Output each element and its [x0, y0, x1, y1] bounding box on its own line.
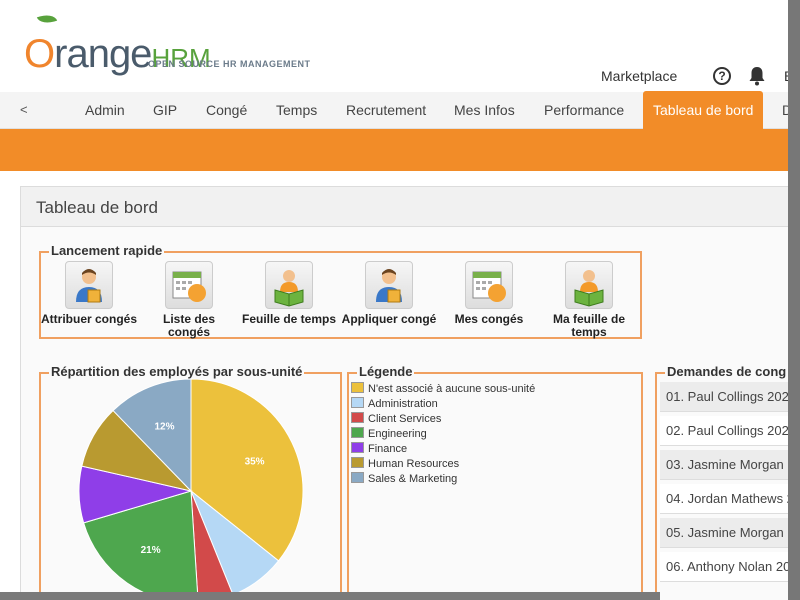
quick-launch-timesheets[interactable]: Feuille de temps	[241, 261, 337, 326]
logo-range: range	[54, 32, 152, 76]
legend-item: Finance	[351, 442, 407, 456]
leave-request-item[interactable]: 04. Jordan Mathews 2	[660, 484, 800, 514]
quick-launch-my-timesheet[interactable]: Ma feuille de temps	[541, 261, 637, 339]
horizontal-scrollbar[interactable]	[0, 592, 660, 600]
legend-swatch	[351, 442, 364, 453]
menu-item-admin[interactable]: Admin	[75, 92, 135, 129]
quick-launch-label: Appliquer congé	[341, 312, 437, 326]
quick-launch-leave-list[interactable]: Liste des congés	[141, 261, 237, 339]
menu-item-performance[interactable]: Performance	[534, 92, 634, 129]
legend-item: Sales & Marketing	[351, 472, 457, 486]
menu-scroll-left-button[interactable]: <	[20, 102, 28, 117]
pie-data-label: 21%	[141, 545, 161, 556]
quick-launch-apply-leave[interactable]: Appliquer congé	[341, 261, 437, 326]
leave-requests-title: Demandes de cong	[665, 364, 789, 379]
legend-section: Légende N'est associé à aucune sous-unit…	[347, 364, 643, 600]
menu-item-leave[interactable]: Congé	[196, 92, 257, 129]
legend-item: N'est associé à aucune sous-unité	[351, 382, 535, 396]
legend-item-label: N'est associé à aucune sous-unité	[368, 383, 536, 395]
legend-swatch	[351, 412, 364, 423]
logo-leaf-icon	[36, 11, 58, 27]
legend-swatch	[351, 382, 364, 393]
legend-item-label: Finance	[368, 443, 408, 455]
submenu-bar	[0, 129, 800, 171]
legend-swatch	[351, 397, 364, 408]
my-timesheet-icon	[565, 261, 613, 309]
quick-launch-label: Liste des congés	[162, 312, 216, 339]
menu-item-time[interactable]: Temps	[266, 92, 327, 129]
quick-launch-my-leave[interactable]: Mes congés	[441, 261, 537, 326]
legend-item-label: Sales & Marketing	[368, 473, 458, 485]
marketplace-link[interactable]: Marketplace	[601, 68, 677, 84]
legend-swatch	[351, 472, 364, 483]
legend-title: Légende	[357, 364, 415, 379]
quick-launch-label: Ma feuille de temps	[552, 312, 626, 339]
bell-icon[interactable]	[748, 66, 766, 86]
legend-item: Client Services	[351, 412, 441, 426]
legend-item: Administration	[351, 397, 438, 411]
user-apply-icon	[365, 261, 413, 309]
user-assign-icon	[65, 261, 113, 309]
menu-item-gip[interactable]: GIP	[143, 92, 187, 129]
vertical-scrollbar[interactable]	[788, 0, 800, 600]
calendar-my-leave-icon	[465, 261, 513, 309]
quick-launch-label: Feuille de temps	[241, 312, 337, 326]
pending-leave-requests-section: Demandes de cong 01. Paul Collings 2020 …	[655, 364, 800, 600]
employee-distribution-section: Répartition des employés par sous-unité …	[39, 364, 342, 600]
quick-launch-section: Lancement rapide Attribuer congés Liste …	[39, 243, 642, 339]
legend-item: Engineering	[351, 427, 427, 441]
distribution-pie-chart: 35% 21% 12%	[78, 378, 304, 600]
legend-item-label: Administration	[368, 398, 438, 410]
pie-data-label: 12%	[155, 422, 175, 433]
help-icon[interactable]: ?	[713, 67, 731, 85]
main-menu: < Admin GIP Congé Temps Recrutement Mes …	[0, 91, 800, 129]
legend-swatch	[351, 427, 364, 438]
legend-item-label: Engineering	[368, 428, 427, 440]
leave-request-item[interactable]: 05. Jasmine Morgan 2	[660, 518, 800, 548]
leave-request-item[interactable]: 02. Paul Collings 2020	[660, 416, 800, 446]
menu-item-recruitment[interactable]: Recrutement	[336, 92, 436, 129]
orangehrm-logo[interactable]: OrangeHRM OPEN SOURCE HR MANAGEMENT	[24, 11, 314, 77]
timesheet-icon	[265, 261, 313, 309]
legend-item-label: Client Services	[368, 413, 442, 425]
calendar-leave-list-icon	[165, 261, 213, 309]
logo-tagline: OPEN SOURCE HR MANAGEMENT	[148, 59, 311, 69]
menu-item-dashboard[interactable]: Tableau de bord	[643, 91, 764, 129]
quick-launch-assign-leave[interactable]: Attribuer congés	[41, 261, 137, 326]
panel-header: Tableau de bord	[21, 187, 794, 227]
leave-request-item[interactable]: 01. Paul Collings 2020	[660, 382, 800, 412]
menu-item-my-info[interactable]: Mes Infos	[444, 92, 525, 129]
logo-o: O	[24, 32, 55, 76]
leave-request-item[interactable]: 06. Anthony Nolan 202	[660, 552, 800, 582]
legend-item-label: Human Resources	[368, 458, 460, 470]
page-title: Tableau de bord	[36, 198, 158, 217]
legend-swatch	[351, 457, 364, 468]
quick-launch-label: Attribuer congés	[41, 312, 138, 326]
legend-item: Human Resources	[351, 457, 459, 471]
pie-data-label: 35%	[245, 456, 265, 467]
header: OrangeHRM OPEN SOURCE HR MANAGEMENT Mark…	[0, 0, 800, 92]
leave-request-item[interactable]: 03. Jasmine Morgan 2	[660, 450, 800, 480]
logo-wordmark: OrangeHRM	[24, 32, 211, 77]
quick-launch-title: Lancement rapide	[49, 243, 165, 258]
quick-launch-label: Mes congés	[454, 312, 524, 326]
dashboard-panel: Tableau de bord Lancement rapide Attribu…	[20, 186, 800, 600]
